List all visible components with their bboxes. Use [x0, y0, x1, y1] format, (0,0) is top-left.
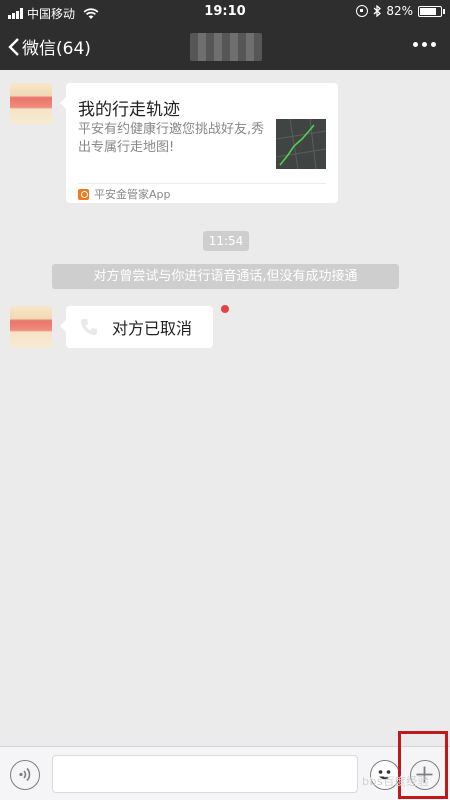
unread-dot	[221, 305, 229, 313]
card-footer: 平安金管家App	[78, 186, 171, 202]
system-notice: 对方曾尝试与你进行语音通话,但没有成功接通	[52, 264, 399, 289]
battery-percent: 82%	[386, 4, 413, 18]
battery-fill	[420, 7, 437, 15]
bluetooth-icon	[373, 5, 382, 17]
chevron-left-icon	[8, 37, 19, 56]
battery-icon	[418, 5, 445, 17]
card-source: 平安金管家App	[94, 188, 171, 201]
card-title: 我的行走轨迹	[78, 100, 180, 120]
nav-bar: 微信(64)	[0, 24, 450, 70]
chat-title-blurred	[190, 33, 262, 61]
avatar[interactable]	[10, 306, 52, 348]
card-divider	[78, 183, 326, 184]
status-bar: 中国移动 19:10 82%	[0, 0, 450, 24]
voice-call-message[interactable]: 对方已取消	[60, 306, 213, 348]
message-timestamp: 11:54	[203, 231, 249, 251]
link-card-message[interactable]: 我的行走轨迹 平安有约健康行邀您挑战好友,秀出专属行走地图! 平安金管家App	[60, 83, 338, 203]
call-status-text: 对方已取消	[112, 319, 193, 338]
map-thumbnail	[276, 119, 326, 169]
avatar[interactable]	[10, 83, 52, 125]
card-description: 平安有约健康行邀您挑战好友,秀出专属行走地图!	[78, 122, 265, 155]
status-right: 82%	[356, 4, 445, 18]
more-dots-icon[interactable]	[413, 42, 436, 47]
map-thumbnail-image	[276, 119, 326, 169]
message-input[interactable]	[52, 755, 358, 793]
back-button[interactable]: 微信(64)	[8, 34, 91, 59]
voice-icon[interactable]	[10, 760, 40, 790]
back-label: 微信(64)	[22, 39, 91, 59]
watermark: bbs百度经验	[362, 775, 430, 788]
rotation-lock-icon	[356, 5, 369, 17]
voice-call-icon	[78, 316, 100, 338]
app-logo-icon	[78, 188, 89, 200]
